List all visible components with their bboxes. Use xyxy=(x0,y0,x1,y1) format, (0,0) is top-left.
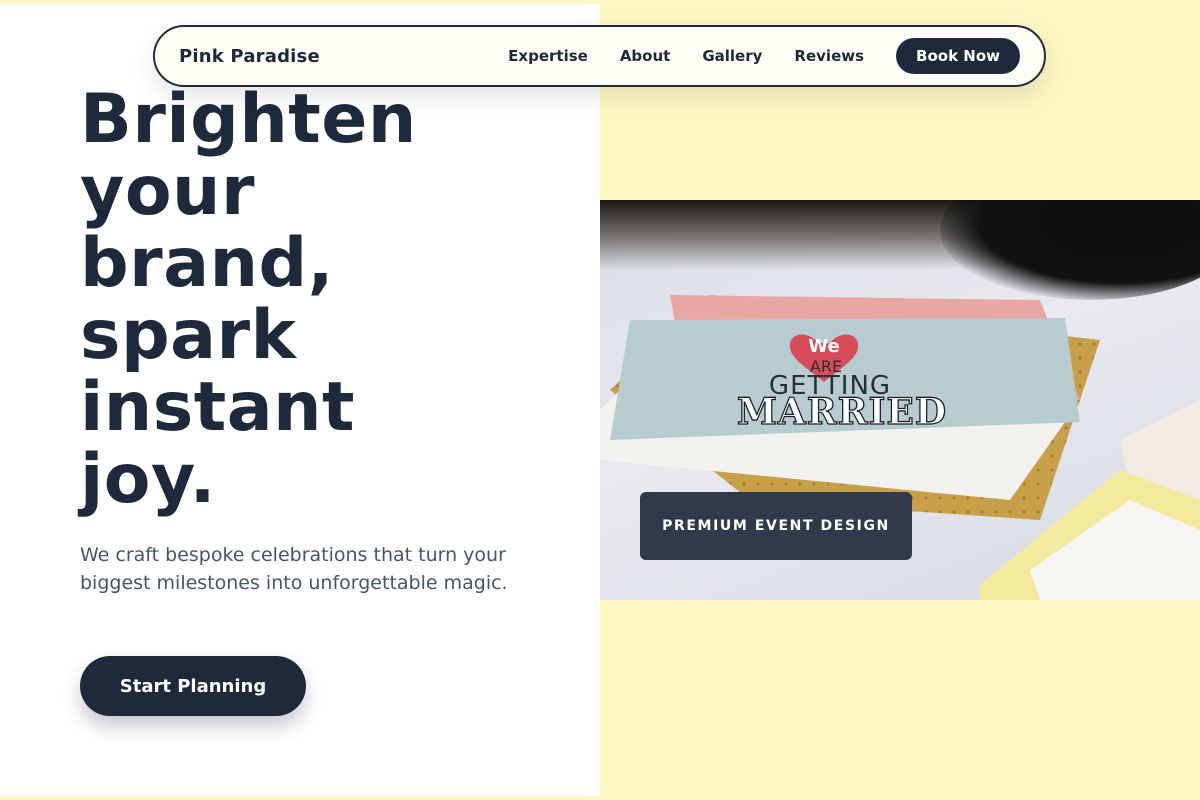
navbar: Pink Paradise Expertise About Gallery Re… xyxy=(153,25,1046,87)
hero-title-line: spark xyxy=(80,296,297,375)
nav-link-gallery[interactable]: Gallery xyxy=(702,47,762,65)
book-now-button[interactable]: Book Now xyxy=(896,38,1020,74)
hero-title-line: your xyxy=(80,152,255,231)
nav-links: Expertise About Gallery Reviews Book Now xyxy=(508,38,1020,74)
hero-subtitle: We craft bespoke celebrations that turn … xyxy=(80,544,508,594)
premium-event-design-badge: PREMIUM EVENT DESIGN xyxy=(640,492,912,560)
hero-title: Brighten your brand, spark instant joy. xyxy=(80,84,540,516)
card-married-text: MARRIED xyxy=(737,391,947,433)
nav-link-expertise[interactable]: Expertise xyxy=(508,47,588,65)
hero-title-line: brand, xyxy=(80,224,335,303)
hero-title-line: joy. xyxy=(80,440,216,519)
hero-title-line: instant xyxy=(80,368,356,447)
nav-link-about[interactable]: About xyxy=(620,47,671,65)
hero-title-line: Brighten xyxy=(80,80,417,159)
start-planning-button[interactable]: Start Planning xyxy=(80,656,306,716)
nav-link-reviews[interactable]: Reviews xyxy=(794,47,864,65)
brand-logo[interactable]: Pink Paradise xyxy=(179,46,320,67)
card-we-text: We xyxy=(808,336,839,357)
page: Pink Paradise Expertise About Gallery Re… xyxy=(0,0,1200,800)
